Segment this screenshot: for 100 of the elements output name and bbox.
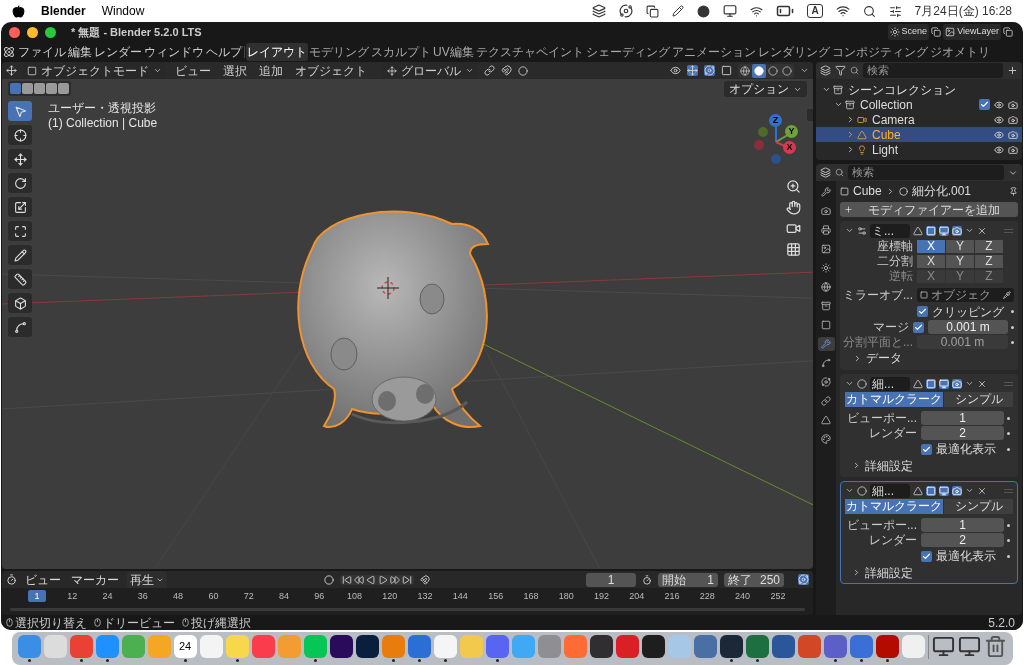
subdivision-type-tab[interactable]: カトマルクラーク bbox=[845, 499, 943, 514]
axis-label[interactable]: Z bbox=[769, 114, 782, 127]
modifier-name-field[interactable]: 細... bbox=[870, 376, 910, 391]
subdivision-type-tab[interactable]: カトマルクラーク bbox=[845, 392, 943, 407]
frame-number[interactable]: 120 bbox=[380, 590, 399, 602]
workspace-tab[interactable]: スカルプト bbox=[370, 43, 432, 61]
scene-selector[interactable]: Scene bbox=[887, 24, 930, 40]
frame-number[interactable]: 84 bbox=[274, 590, 293, 602]
outliner-row[interactable]: Cube bbox=[816, 127, 1022, 142]
axis-label[interactable]: Y bbox=[785, 125, 798, 138]
frame-number[interactable]: 204 bbox=[627, 590, 646, 602]
search-field[interactable]: 検索 bbox=[848, 165, 1004, 180]
workspace-tab[interactable]: ジオメトリ bbox=[928, 43, 991, 61]
frame-number[interactable]: 192 bbox=[592, 590, 611, 602]
modifier-name-field[interactable]: ミ... bbox=[870, 223, 910, 238]
frame-number[interactable]: 132 bbox=[416, 590, 435, 602]
outliner-row[interactable]: Light bbox=[816, 142, 1022, 157]
frame-number[interactable]: 1 bbox=[28, 590, 46, 602]
menu-item[interactable]: 追加 bbox=[256, 62, 286, 80]
dock-app-icon[interactable]: 24 bbox=[173, 635, 197, 658]
checkbox-label: クリッピング bbox=[932, 303, 1005, 321]
frame-number[interactable]: 108 bbox=[345, 590, 364, 602]
frame-number[interactable]: 60 bbox=[204, 590, 223, 602]
current-frame-field[interactable]: 1 bbox=[586, 572, 636, 587]
menu-item[interactable]: ウィンドウ bbox=[143, 43, 205, 61]
menubar-clock[interactable]: 7月24日(金) 16:28 bbox=[914, 2, 1012, 20]
subpanel-header[interactable]: データ bbox=[841, 350, 1017, 366]
breadcrumb-item[interactable]: 細分化.001 bbox=[911, 182, 1005, 200]
frame-number[interactable]: 168 bbox=[521, 590, 540, 602]
frame-number[interactable]: 24 bbox=[98, 590, 117, 602]
frame-number[interactable]: 228 bbox=[698, 590, 717, 602]
outliner-row[interactable]: Collection bbox=[816, 97, 1022, 112]
object-picker-field[interactable]: オブジェク bbox=[917, 288, 1014, 302]
3d-viewport[interactable]: ユーザー・透視投影 (1) Collection | Cube オプション Z Y X bbox=[2, 79, 813, 569]
menu-item[interactable]: ヘルプ bbox=[205, 43, 243, 61]
end-frame-field[interactable]: 終了 250 bbox=[724, 572, 784, 587]
status-hint: 投げ縄選択 bbox=[191, 614, 251, 632]
workspace-tab[interactable]: アニメーション bbox=[670, 43, 757, 61]
menu-item[interactable]: レンダー bbox=[93, 43, 143, 61]
view-name-label: ユーザー・透視投影 bbox=[48, 101, 157, 116]
view-layer-selector[interactable]: ViewLayer bbox=[943, 24, 1001, 40]
frame-number[interactable]: 156 bbox=[486, 590, 505, 602]
search-field[interactable]: 検索 bbox=[863, 63, 1003, 78]
subdivision-type-tab[interactable]: シンプル bbox=[944, 392, 1013, 407]
axis-toggle[interactable]: Y bbox=[946, 239, 974, 253]
workspace-tab[interactable]: シェーディング bbox=[584, 43, 671, 61]
checkbox-label: 最適化表示 bbox=[936, 548, 997, 565]
menu-item[interactable]: ファイル bbox=[17, 43, 67, 61]
axis-toggle[interactable]: X bbox=[917, 239, 945, 253]
frame-number[interactable]: 180 bbox=[557, 590, 576, 602]
field-label: レンダー bbox=[868, 532, 918, 549]
menu-item[interactable]: ビュー bbox=[23, 570, 63, 589]
input-source-indicator[interactable]: A bbox=[807, 4, 823, 18]
workspace-tab[interactable]: テクスチャペイント bbox=[474, 43, 585, 61]
frame-number[interactable]: 252 bbox=[768, 590, 787, 602]
workspace-tab[interactable]: UV編集 bbox=[432, 43, 475, 61]
frame-number[interactable]: 36 bbox=[133, 590, 152, 602]
modifier-name-field[interactable]: 細... bbox=[870, 483, 910, 498]
field-label: レンダー bbox=[868, 425, 918, 442]
menu-item[interactable]: 選択 bbox=[220, 62, 250, 80]
subpanel-header[interactable]: 詳細設定 bbox=[845, 458, 1013, 473]
checkbox-label: 最適化表示 bbox=[936, 441, 997, 458]
subdivision-type-tab[interactable]: シンプル bbox=[944, 499, 1013, 514]
merge-distance-field[interactable]: 0.001 m bbox=[928, 320, 1008, 334]
frame-number[interactable]: 48 bbox=[169, 590, 188, 602]
app-menu[interactable]: Blender bbox=[41, 2, 86, 20]
frame-number[interactable]: 72 bbox=[239, 590, 258, 602]
level-field[interactable]: 2 bbox=[921, 426, 1004, 440]
frame-number[interactable]: 12 bbox=[63, 590, 82, 602]
menu-item[interactable]: ビュー bbox=[172, 62, 214, 80]
playback-dropdown[interactable]: 再生 bbox=[127, 570, 167, 589]
options-dropdown[interactable]: オプション bbox=[724, 81, 807, 97]
frame-number[interactable]: 216 bbox=[663, 590, 682, 602]
level-field[interactable]: 1 bbox=[921, 411, 1004, 425]
add-modifier-button[interactable]: モディファイアーを追加 bbox=[840, 202, 1018, 217]
start-frame-field[interactable]: 開始 1 bbox=[658, 572, 718, 587]
axis-toggle[interactable]: Z bbox=[975, 239, 1003, 253]
menu-item[interactable]: 編集 bbox=[67, 43, 93, 61]
workspace-tab[interactable]: コンポジティング bbox=[830, 43, 929, 61]
workspace-tab[interactable]: モデリング bbox=[308, 43, 370, 61]
outliner-row[interactable]: シーンコレクション bbox=[816, 82, 1022, 97]
frame-number[interactable]: 96 bbox=[310, 590, 329, 602]
level-field[interactable]: 1 bbox=[921, 518, 1004, 532]
frame-number[interactable]: 240 bbox=[733, 590, 752, 602]
frame-number[interactable]: 144 bbox=[451, 590, 470, 602]
axis-toggle[interactable]: Z bbox=[975, 254, 1003, 268]
subpanel-header[interactable]: 詳細設定 bbox=[845, 565, 1013, 580]
workspace-tab[interactable]: レンダリング bbox=[756, 43, 831, 61]
field-label: ビューポー... bbox=[846, 517, 918, 534]
outliner-row[interactable]: Camera bbox=[816, 112, 1022, 127]
menu-item[interactable]: Window bbox=[101, 2, 145, 20]
menu-item[interactable]: マーカー bbox=[69, 570, 121, 589]
level-field[interactable]: 2 bbox=[921, 533, 1004, 547]
axis-toggle[interactable]: X bbox=[917, 254, 945, 268]
menu-item[interactable]: オブジェクト bbox=[292, 62, 370, 80]
breadcrumb-item[interactable]: Cube bbox=[853, 182, 882, 200]
window-title: * 無題 - Blender 5.2.0 LTS bbox=[71, 24, 202, 40]
workspace-tab[interactable]: レイアウト bbox=[246, 43, 308, 61]
axis-label[interactable]: X bbox=[783, 141, 796, 154]
axis-toggle[interactable]: Y bbox=[946, 254, 974, 268]
